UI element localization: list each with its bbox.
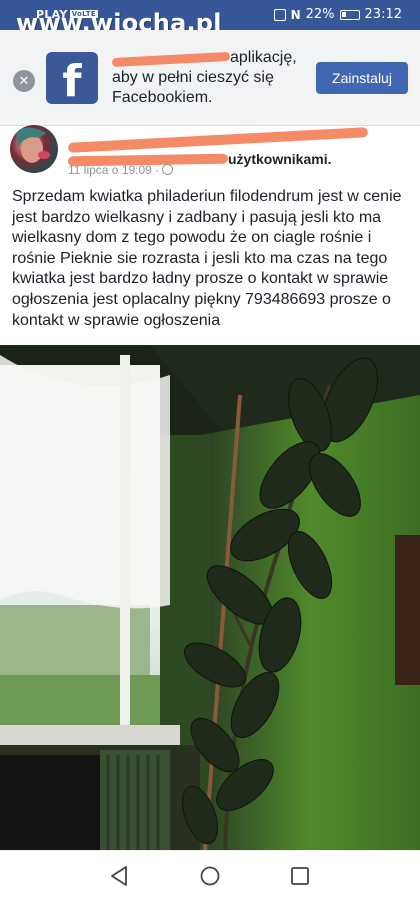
install-button[interactable]: Zainstaluj <box>316 62 408 94</box>
avatar-photo <box>16 127 50 163</box>
app-install-banner: ✕ f aplikację, aby w pełni cieszyć się F… <box>0 30 420 126</box>
author-name-visible: użytkownikami. <box>228 151 332 167</box>
plant-photo <box>0 345 420 850</box>
battery-percent: 22% <box>305 7 335 22</box>
post-timestamp[interactable]: 11 lipca o 19:09 · <box>68 163 174 177</box>
post-text: Sprzedam kwiatka philaderiun filodendrum… <box>12 188 402 329</box>
post-header: użytkownikami. 11 lipca o 19:09 · <box>0 125 420 185</box>
home-circle-icon[interactable] <box>198 864 222 888</box>
globe-icon <box>162 164 174 175</box>
android-nav-bar <box>0 850 420 901</box>
post-photo[interactable] <box>0 345 420 850</box>
vibrate-icon <box>273 8 286 21</box>
nfc-icon: N <box>290 7 301 22</box>
avatar[interactable] <box>10 125 58 173</box>
back-triangle-icon[interactable] <box>108 864 132 888</box>
status-icons: N 22% 23:12 <box>273 7 402 22</box>
facebook-logo-icon: f <box>46 52 98 104</box>
battery-icon <box>339 9 360 20</box>
recents-square-icon[interactable] <box>288 864 312 888</box>
close-icon[interactable]: ✕ <box>13 70 35 92</box>
banner-text: aplikację, aby w pełni cieszyć się Faceb… <box>111 49 297 106</box>
clock: 23:12 <box>364 7 402 22</box>
